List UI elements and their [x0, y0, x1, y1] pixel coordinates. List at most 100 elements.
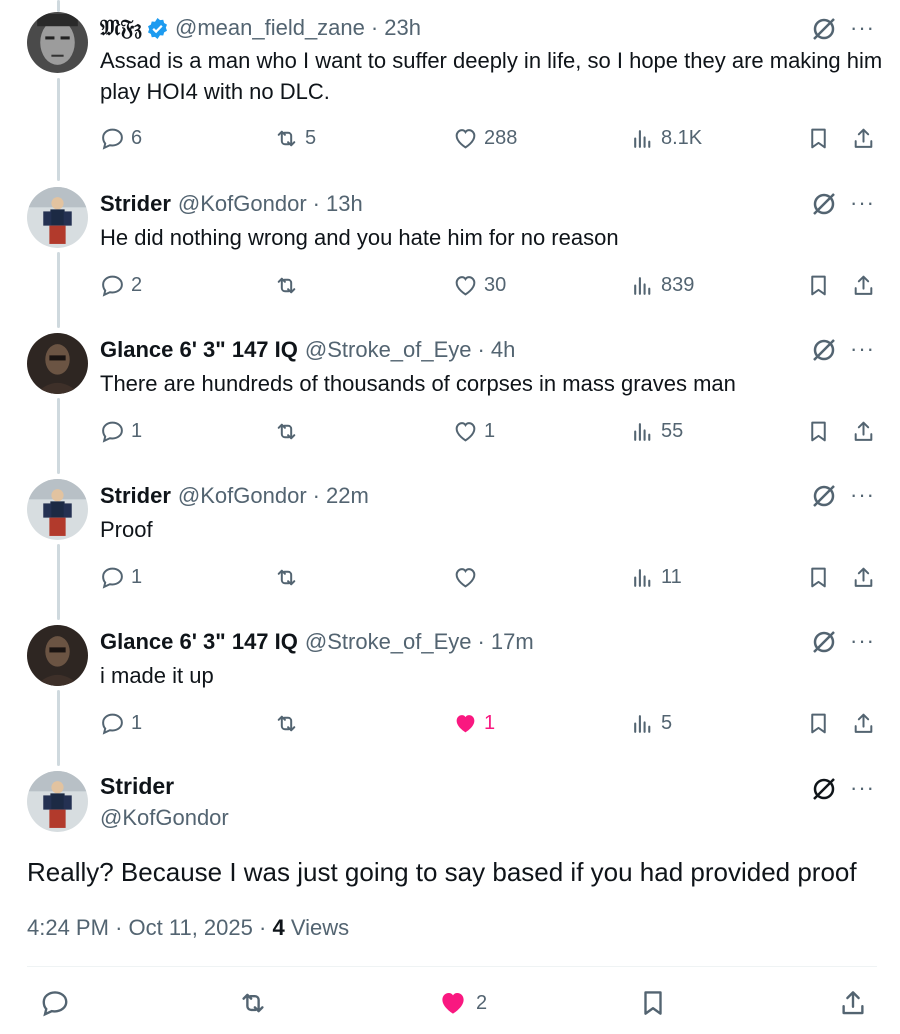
- thread-line: [57, 252, 60, 328]
- bookmark-button[interactable]: [806, 565, 831, 590]
- bookmark-icon: [811, 567, 826, 588]
- avatar[interactable]: [27, 187, 88, 248]
- like-button[interactable]: 288: [453, 126, 517, 151]
- views-button[interactable]: 5: [630, 711, 672, 736]
- verified-badge-icon: [146, 17, 169, 40]
- like-button[interactable]: 1: [453, 711, 495, 736]
- avatar[interactable]: [27, 479, 88, 540]
- repost-button[interactable]: [274, 419, 299, 444]
- repost-icon: [277, 130, 296, 147]
- more-options-icon[interactable]: ···: [850, 338, 875, 360]
- bookmark-button[interactable]: [806, 711, 831, 736]
- views-icon: [634, 423, 651, 441]
- author-handle[interactable]: @KofGondor: [178, 482, 307, 510]
- like-button[interactable]: [453, 565, 478, 590]
- views-count: 839: [661, 274, 695, 296]
- reply-button[interactable]: 1: [100, 711, 142, 736]
- timestamp[interactable]: 17m: [491, 628, 534, 656]
- like-count: 288: [484, 127, 518, 149]
- avatar[interactable]: [27, 771, 88, 832]
- author-name[interactable]: Strider: [100, 190, 171, 218]
- post-time[interactable]: 4:24 PM: [27, 915, 109, 940]
- share-icon: [854, 128, 873, 148]
- reply-text: He did nothing wrong and you hate him fo…: [100, 225, 619, 250]
- bookmark-button[interactable]: [638, 988, 668, 1018]
- views-count: 4: [272, 915, 285, 940]
- more-options-icon[interactable]: ···: [850, 777, 875, 799]
- views-button[interactable]: 839: [630, 273, 694, 298]
- more-options-icon[interactable]: ···: [850, 484, 875, 506]
- avatar[interactable]: [27, 333, 88, 394]
- reply-header: Strider @KofGondor · 13h: [100, 190, 363, 218]
- reply-button[interactable]: 1: [100, 565, 142, 590]
- share-button[interactable]: [851, 711, 876, 736]
- share-button[interactable]: [851, 565, 876, 590]
- repost-icon: [277, 423, 296, 440]
- views-button[interactable]: 8.1K: [630, 126, 702, 151]
- share-button[interactable]: [851, 273, 876, 298]
- more-options-icon[interactable]: ···: [850, 192, 875, 214]
- bookmark-button[interactable]: [806, 126, 831, 151]
- like-button[interactable]: 2: [438, 988, 487, 1018]
- views-button[interactable]: 11: [630, 565, 682, 590]
- post-text: Really? Because I was just going to say …: [27, 857, 857, 887]
- author-name[interactable]: Glance 6' 3" 147 IQ: [100, 628, 298, 656]
- reply-icon: [102, 275, 123, 297]
- timestamp[interactable]: 4h: [491, 336, 515, 364]
- repost-button[interactable]: [274, 565, 299, 590]
- author-handle[interactable]: @Stroke_of_Eye: [305, 628, 472, 656]
- grok-icon[interactable]: [810, 628, 838, 656]
- more-options-icon[interactable]: ···: [850, 630, 875, 652]
- more-options-icon[interactable]: ···: [850, 17, 875, 39]
- author-handle[interactable]: @mean_field_zane: [175, 14, 365, 42]
- repost-button[interactable]: [274, 273, 299, 298]
- reply-button[interactable]: [40, 988, 70, 1018]
- separator: ·: [370, 15, 379, 40]
- like-count: 1: [484, 420, 496, 442]
- author-name[interactable]: Strider: [100, 482, 171, 510]
- thread-line: [57, 0, 60, 12]
- author-handle[interactable]: @KofGondor: [100, 805, 229, 831]
- bookmark-button[interactable]: [806, 419, 831, 444]
- reply-count: 6: [131, 127, 143, 149]
- author-name[interactable]: Strider: [100, 773, 174, 800]
- repost-button[interactable]: [274, 711, 299, 736]
- grok-icon[interactable]: [810, 482, 838, 510]
- grok-icon[interactable]: [810, 775, 838, 803]
- reply-text: i made it up: [100, 663, 214, 688]
- repost-button[interactable]: 5: [274, 126, 316, 151]
- author-handle[interactable]: @KofGondor: [178, 190, 307, 218]
- avatar[interactable]: [27, 625, 88, 686]
- timestamp[interactable]: 13h: [326, 190, 363, 218]
- like-count: 1: [484, 712, 496, 734]
- reply-count: 1: [131, 420, 143, 442]
- like-button[interactable]: 1: [453, 419, 495, 444]
- timestamp[interactable]: 22m: [326, 482, 369, 510]
- like-count: 30: [484, 274, 507, 296]
- author-handle[interactable]: @Stroke_of_Eye: [305, 336, 472, 364]
- reply-button[interactable]: 2: [100, 273, 142, 298]
- reply-icon: [102, 421, 123, 443]
- author-name[interactable]: Glance 6' 3" 147 IQ: [100, 336, 298, 364]
- reply-header: 𝔐𝔉𝔷 @mean_field_zane · 23h: [100, 14, 421, 42]
- share-button[interactable]: [851, 419, 876, 444]
- reply-button[interactable]: 1: [100, 419, 142, 444]
- share-button[interactable]: [851, 126, 876, 151]
- grok-icon[interactable]: [810, 336, 838, 364]
- views-button[interactable]: 55: [630, 419, 683, 444]
- separator: ·: [115, 915, 123, 940]
- grok-icon[interactable]: [810, 15, 838, 43]
- separator: ·: [477, 337, 485, 362]
- share-button[interactable]: [838, 988, 868, 1018]
- repost-count: 5: [305, 127, 317, 149]
- reply-icon: [102, 128, 123, 150]
- grok-icon[interactable]: [810, 190, 838, 218]
- reply-button[interactable]: 6: [100, 126, 142, 151]
- post-date[interactable]: Oct 11, 2025: [129, 915, 253, 940]
- like-button[interactable]: 30: [453, 273, 506, 298]
- bookmark-button[interactable]: [806, 273, 831, 298]
- avatar[interactable]: [27, 12, 88, 73]
- repost-button[interactable]: [238, 988, 268, 1018]
- author-name[interactable]: 𝔐𝔉𝔷: [100, 14, 142, 42]
- timestamp[interactable]: 23h: [384, 14, 421, 42]
